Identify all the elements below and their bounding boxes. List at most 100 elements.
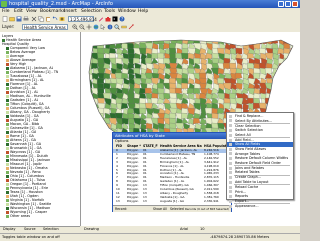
find-icon[interactable] — [114, 24, 120, 30]
hsa-polygon[interactable] — [217, 107, 225, 115]
zoom-in-icon[interactable] — [72, 24, 78, 30]
menu-item-icon — [229, 152, 232, 156]
minimize-button[interactable] — [278, 1, 284, 7]
draw-toolbar: Drawing Arial 10 — [0, 226, 300, 233]
menu-item-icon — [229, 161, 232, 165]
copy-icon[interactable] — [38, 16, 44, 22]
hsa-polygon[interactable] — [181, 82, 189, 90]
menu-insert[interactable]: Insert — [64, 8, 77, 15]
hsa-polygon[interactable] — [192, 117, 201, 125]
show-selected-button[interactable]: Selected — [170, 206, 184, 212]
print-icon[interactable] — [23, 16, 29, 22]
menu-item-icon — [229, 199, 232, 203]
map-scale-input[interactable]: 1:25,496,814 — [68, 16, 97, 22]
pan-icon[interactable] — [86, 24, 92, 30]
menu-item-icon — [229, 180, 232, 184]
hsa-polygon[interactable] — [139, 107, 147, 115]
hsa-polygon[interactable] — [234, 72, 243, 80]
hsa-polygon[interactable] — [121, 42, 129, 50]
hsa-polygon[interactable] — [133, 97, 141, 105]
help-icon[interactable]: ? — [119, 16, 125, 22]
menu-item-icon — [229, 204, 232, 208]
menu-bookmarks[interactable]: Bookmarks — [40, 8, 65, 15]
save-icon[interactable] — [16, 16, 22, 22]
toc-entry[interactable]: Other areas — [6, 214, 30, 218]
hyperlink-icon[interactable] — [128, 24, 134, 30]
font-size-select[interactable]: 10 — [200, 226, 205, 233]
maximize-button[interactable] — [285, 1, 291, 7]
menu-item-icon — [229, 185, 232, 189]
menu-window[interactable]: Window — [118, 8, 136, 15]
command-line-icon[interactable] — [112, 16, 118, 22]
table-cell: 13 — [143, 199, 147, 203]
menu-item-icon — [229, 166, 232, 170]
hsa-polygon[interactable] — [163, 92, 171, 100]
hsa-polygon[interactable] — [151, 52, 159, 60]
hsa-polygon[interactable] — [145, 122, 153, 130]
table-options-menu: Find & Replace... Select By Attributes...… — [226, 112, 294, 208]
undo-icon[interactable] — [52, 16, 58, 22]
hsa-polygon[interactable] — [181, 52, 189, 60]
hsa-polygon[interactable] — [222, 62, 231, 70]
hsa-polygon[interactable] — [180, 112, 189, 120]
hsa-polygon[interactable] — [174, 42, 183, 50]
select-features-icon[interactable] — [100, 24, 106, 30]
zoom-out-icon[interactable] — [79, 24, 85, 30]
table-cell: Augusta [1] - GA — [160, 199, 184, 203]
show-label: Show: — [153, 207, 163, 211]
editor-toolbar-icon[interactable] — [98, 16, 104, 22]
hsa-polygon[interactable] — [145, 47, 153, 55]
hsa-polygon[interactable] — [121, 117, 129, 125]
show-all-button[interactable]: All — [163, 206, 167, 212]
hsa-polygon[interactable] — [132, 57, 141, 65]
window-title: hospital_quality_2.mxd - ArcMap - ArcInf… — [9, 1, 113, 7]
hsa-polygon[interactable] — [175, 52, 183, 60]
attribute-table-window: Attributes of HSA by State Options FID S… — [112, 132, 232, 212]
hsa-polygon[interactable] — [204, 107, 213, 115]
hsa-polygon[interactable] — [247, 62, 255, 70]
hsa-polygon[interactable] — [264, 67, 273, 75]
menu-item[interactable]: Appearance... — [227, 204, 293, 209]
close-button[interactable] — [292, 1, 298, 7]
hsa-polygon[interactable] — [121, 72, 129, 80]
hsa-polygon[interactable] — [246, 52, 255, 60]
hsa-polygon[interactable] — [163, 57, 171, 65]
table-cell: Polygon — [127, 199, 139, 203]
hsa-polygon[interactable] — [193, 57, 201, 65]
layer-select[interactable]: Health Service Areas — [22, 24, 68, 30]
hsa-polygon[interactable] — [235, 82, 243, 90]
hsa-polygon[interactable] — [253, 102, 261, 110]
new-icon[interactable] — [2, 16, 8, 22]
hsa-polygon[interactable] — [103, 107, 111, 115]
hsa-polygon[interactable] — [133, 67, 141, 75]
hsa-polygon[interactable] — [163, 42, 171, 50]
hsa-polygon[interactable] — [222, 102, 231, 110]
drawing-menu[interactable]: Drawing — [84, 226, 99, 233]
menu-file[interactable]: File — [2, 8, 10, 15]
arctoolbox-icon[interactable] — [105, 16, 111, 22]
paste-icon[interactable] — [45, 16, 51, 22]
cut-icon[interactable] — [31, 16, 37, 22]
font-select[interactable]: Arial — [180, 226, 188, 233]
measure-icon[interactable] — [121, 24, 127, 30]
table-row[interactable]: 13 Polygon 13 Augusta [1] - GA 2,330,941 — [113, 200, 231, 204]
hsa-polygon[interactable] — [103, 72, 111, 80]
menu-selection[interactable]: Selection — [81, 8, 102, 15]
menu-view[interactable]: View — [26, 8, 37, 15]
menu-edit[interactable]: Edit — [14, 8, 23, 15]
hsa-polygon[interactable] — [120, 102, 129, 110]
add-data-icon[interactable] — [59, 16, 65, 22]
hsa-polygon[interactable] — [235, 47, 243, 55]
hsa-polygon[interactable] — [193, 87, 201, 95]
full-extent-icon[interactable] — [93, 24, 99, 30]
menu-tools[interactable]: Tools — [104, 8, 115, 15]
menu-item-icon — [229, 171, 232, 175]
identify-icon[interactable]: i — [107, 24, 113, 30]
menu-item-icon — [229, 133, 232, 137]
hsa-polygon[interactable] — [175, 87, 183, 95]
open-icon[interactable] — [9, 16, 15, 22]
hsa-polygon[interactable] — [91, 62, 99, 70]
menu-help[interactable]: Help — [138, 8, 148, 15]
hsa-polygon[interactable] — [246, 97, 255, 105]
hsa-polygon[interactable] — [253, 72, 261, 80]
